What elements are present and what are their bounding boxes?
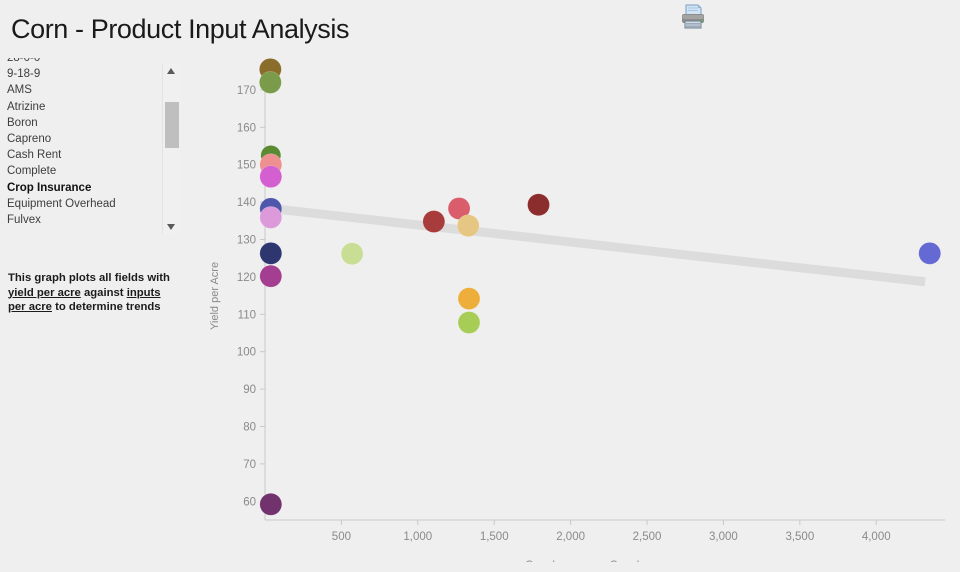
- y-tick-label: 110: [238, 309, 256, 321]
- description-link-yield: yield per acre: [8, 286, 81, 299]
- y-tick-label: 130: [237, 235, 256, 247]
- field-list-panel: 28-0-0 9-18-9 AMS Atrizine Boron Capreno Cash …: [0, 58, 180, 238]
- field-list-item[interactable]: Complete: [0, 163, 160, 179]
- field-list-item[interactable]: Cash Rent: [0, 147, 160, 163]
- y-tick-label: 60: [243, 496, 256, 508]
- field-list-item[interactable]: Atrizine: [0, 99, 160, 115]
- data-point[interactable]: [422, 210, 446, 233]
- x-tick-label: 2,000: [556, 531, 585, 543]
- field-list-item[interactable]: Fulvex: [0, 212, 160, 228]
- trend-line: [270, 203, 926, 287]
- x-axis-ticks: 500 1,000 1,500 2,000 2,500 3,000 3,500 4,000: [332, 520, 891, 543]
- data-point[interactable]: [340, 242, 364, 265]
- data-point[interactable]: [259, 242, 283, 265]
- field-list-item[interactable]: Boron: [0, 115, 160, 131]
- scrollbar-thumb[interactable]: [165, 102, 179, 148]
- field-list-item[interactable]: Equipment Overhead: [0, 196, 160, 212]
- field-list-item[interactable]: 9-18-9: [0, 66, 160, 82]
- data-point[interactable]: [259, 206, 283, 229]
- y-tick-label: 120: [237, 272, 256, 284]
- y-tick-label: 150: [237, 160, 256, 172]
- y-tick-label: 90: [243, 384, 256, 396]
- graph-description: This graph plots all fields with yield p…: [8, 271, 180, 315]
- data-point[interactable]: [259, 264, 283, 288]
- y-tick-label: 80: [243, 422, 256, 434]
- data-point[interactable]: [527, 193, 550, 216]
- scatter-chart: 60 70 80 90 100 110 120 130 140 150 160 170 500 1,00…: [200, 50, 960, 562]
- data-point[interactable]: [259, 71, 282, 94]
- x-axis-label: Crop Insurance : Crop Insurance: [525, 559, 685, 562]
- data-point[interactable]: [259, 493, 283, 516]
- y-tick-label: 160: [237, 122, 256, 134]
- description-text-2: against: [80, 286, 127, 299]
- description-text-1: This graph plots all fields with: [8, 272, 170, 284]
- data-points: [259, 58, 941, 516]
- y-axis-ticks: 60 70 80 90 100 110 120 130 140 150 160 170: [237, 85, 265, 508]
- data-point[interactable]: [457, 287, 481, 310]
- field-list-item[interactable]: Crop Insurance: [0, 180, 160, 196]
- data-point[interactable]: [457, 311, 481, 334]
- printer-icon: [682, 4, 704, 29]
- x-tick-label: 3,500: [785, 531, 814, 543]
- field-list-item[interactable]: AMS: [0, 82, 160, 98]
- y-tick-label: 170: [237, 85, 256, 97]
- y-tick-label: 140: [237, 197, 256, 209]
- page-title: Corn - Product Input Analysis: [11, 14, 350, 44]
- field-list-scrollbar[interactable]: [162, 64, 180, 234]
- x-tick-label: 3,000: [709, 531, 738, 543]
- print-button[interactable]: [678, 3, 708, 31]
- field-list-item[interactable]: 28-0-0: [0, 58, 160, 66]
- x-tick-label: 4,000: [862, 531, 891, 543]
- y-tick-label: 100: [237, 347, 256, 359]
- x-tick-label: 2,500: [633, 531, 662, 543]
- x-tick-label: 500: [332, 531, 351, 543]
- field-list-item[interactable]: Capreno: [0, 131, 160, 147]
- scroll-down-arrow-icon[interactable]: [163, 220, 180, 234]
- plot-area: 60 70 80 90 100 110 120 130 140 150 160 170 500 1,00…: [209, 58, 945, 562]
- data-point[interactable]: [918, 242, 941, 265]
- field-list[interactable]: 28-0-0 9-18-9 AMS Atrizine Boron Capreno Cash …: [0, 58, 160, 236]
- data-point[interactable]: [259, 165, 283, 188]
- y-tick-label: 70: [243, 459, 256, 471]
- data-point[interactable]: [456, 214, 480, 237]
- y-axis-label: Yield per Acre: [209, 262, 221, 330]
- description-text-3: to determine trends: [51, 301, 161, 313]
- scroll-up-arrow-icon[interactable]: [163, 64, 180, 78]
- x-tick-label: 1,000: [403, 531, 432, 543]
- x-tick-label: 1,500: [480, 531, 509, 543]
